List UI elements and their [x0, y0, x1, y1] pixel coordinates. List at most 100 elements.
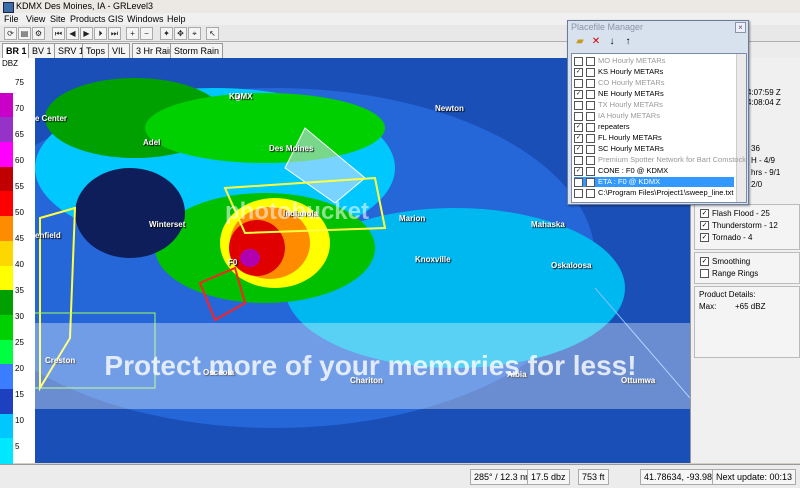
placefile-item[interactable]: TX Hourly METARs: [574, 100, 734, 110]
placefile-item[interactable]: ✓ CONE : F0 @ KDMX: [574, 166, 734, 176]
placefile-list[interactable]: MO Hourly METARs ✓ KS Hourly METARs CO Hour…: [571, 53, 747, 203]
visibility-box[interactable]: [586, 111, 595, 121]
check-icon[interactable]: ✓: [574, 67, 583, 77]
warning-label: Flash Flood - 25: [712, 209, 770, 218]
menu-windows[interactable]: Windows: [127, 13, 164, 25]
thunderstorm-checkbox[interactable]: ✓ Thunderstorm - 12: [700, 221, 778, 231]
save-icon[interactable]: ▤: [18, 27, 31, 40]
color-segment: [0, 191, 13, 217]
placefile-item[interactable]: C:\Program Files\Project1\sweep_line.txt: [574, 188, 734, 198]
pointer-icon[interactable]: ↖: [206, 27, 219, 40]
visibility-box[interactable]: [586, 89, 595, 99]
placefile-item[interactable]: ✓ FL Hourly METARs: [574, 133, 734, 143]
visibility-box[interactable]: [586, 122, 595, 132]
visibility-box[interactable]: [586, 100, 595, 110]
close-icon[interactable]: ×: [735, 22, 746, 33]
open-folder-icon[interactable]: ▰: [574, 36, 586, 48]
unchecked-box[interactable]: [574, 100, 583, 110]
scale-tick: 50: [15, 208, 24, 217]
tab-tops[interactable]: Tops: [82, 43, 110, 58]
color-segment: [0, 438, 13, 464]
visibility-box[interactable]: [586, 177, 595, 187]
unchecked-box[interactable]: [574, 111, 583, 121]
unchecked-box: [700, 269, 709, 279]
range-rings-checkbox[interactable]: Range Rings: [700, 269, 758, 279]
refresh-icon[interactable]: ⟳: [4, 27, 17, 40]
watermark-banner: Protect more of your memories for less!: [35, 323, 690, 409]
scale-tick: 30: [15, 312, 24, 321]
next-frame-icon[interactable]: ⏵: [94, 27, 107, 40]
zoom-in-icon[interactable]: +: [126, 27, 139, 40]
unchecked-box[interactable]: [574, 155, 583, 165]
visibility-box[interactable]: [586, 188, 595, 198]
visibility-box[interactable]: [586, 67, 595, 77]
visibility-box[interactable]: [586, 56, 595, 66]
placefile-item[interactable]: Premium Spotter Network for Bart Comstoc…: [574, 155, 746, 165]
app-icon: [3, 2, 14, 13]
tab-storm-rain[interactable]: Storm Rain: [170, 43, 224, 58]
check-icon[interactable]: ✓: [574, 166, 583, 176]
flash-flood-checkbox[interactable]: ✓ Flash Flood - 25: [700, 209, 770, 219]
placefile-item[interactable]: ✓ repeaters: [574, 122, 734, 132]
menu-products[interactable]: Products: [70, 13, 106, 25]
visibility-box[interactable]: [586, 155, 595, 165]
tornado-checkbox[interactable]: ✓ Tornado - 4: [700, 233, 752, 243]
move-up-icon[interactable]: ↑: [622, 36, 634, 48]
pan-icon[interactable]: ✥: [174, 27, 187, 40]
placefile-item[interactable]: CO Hourly METARs: [574, 78, 734, 88]
color-bar: [0, 68, 13, 464]
placefile-item[interactable]: IA Hourly METARs: [574, 111, 734, 121]
scale-tick: 55: [15, 182, 24, 191]
placefile-item[interactable]: ✓ KS Hourly METARs: [574, 67, 734, 77]
smoothing-checkbox[interactable]: ✓ Smoothing: [700, 257, 750, 267]
unchecked-box[interactable]: [574, 56, 583, 66]
visibility-box[interactable]: [586, 144, 595, 154]
color-segment: [0, 117, 13, 143]
tab-br1[interactable]: BR 1: [2, 43, 31, 58]
check-icon[interactable]: ✓: [574, 122, 583, 132]
last-frame-icon[interactable]: ⏭: [108, 27, 121, 40]
move-down-icon[interactable]: ↓: [606, 36, 618, 48]
menu-gis[interactable]: GIS: [108, 13, 124, 25]
check-icon[interactable]: ✓: [574, 177, 583, 187]
settings-icon[interactable]: ⚙: [32, 27, 45, 40]
placefile-item[interactable]: ✓ NE Hourly METARs: [574, 89, 734, 99]
tab-vil[interactable]: VIL: [108, 43, 130, 58]
check-icon[interactable]: ✓: [574, 89, 583, 99]
unchecked-box[interactable]: [574, 188, 583, 198]
color-segment: [0, 92, 13, 118]
placefile-label: repeaters: [598, 122, 630, 131]
menu-file[interactable]: File: [4, 13, 19, 25]
placefile-item[interactable]: ✓ SC Hourly METARs: [574, 144, 734, 154]
product-time: 4:08:04 Z: [747, 98, 781, 107]
first-frame-icon[interactable]: ⏮: [52, 27, 65, 40]
title-bar: KDMX Des Moines, IA - GRLevel3: [0, 0, 800, 13]
volume-time: 4:07:59 Z: [747, 88, 781, 97]
menu-view[interactable]: View: [26, 13, 45, 25]
unchecked-box[interactable]: [574, 78, 583, 88]
scale-tick: 25: [15, 338, 24, 347]
color-segment: [0, 388, 13, 415]
max-label: Max:: [699, 302, 717, 311]
check-icon[interactable]: ✓: [574, 133, 583, 143]
visibility-box[interactable]: [586, 166, 595, 176]
zoom-out-icon[interactable]: −: [140, 27, 153, 40]
status-bar: 285° / 12.3 nm 17.5 dbz 753 ft 41.78634,…: [0, 464, 800, 488]
scale-tick: 20: [15, 364, 24, 373]
prev-frame-icon[interactable]: ◀: [66, 27, 79, 40]
zoom-radar-icon[interactable]: ✦: [160, 27, 173, 40]
placefile-item[interactable]: ✓ ETA : F0 @ KDMX: [574, 177, 734, 187]
placefile-scrollbar[interactable]: [736, 54, 746, 202]
city-adel: Adel: [143, 138, 161, 147]
menu-help[interactable]: Help: [167, 13, 186, 25]
color-segment: [0, 216, 13, 242]
visibility-box[interactable]: [586, 78, 595, 88]
visibility-box[interactable]: [586, 133, 595, 143]
delete-icon[interactable]: ✕: [590, 36, 602, 48]
measure-icon[interactable]: ⌖: [188, 27, 201, 40]
placefile-item[interactable]: MO Hourly METARs: [574, 56, 734, 66]
check-icon[interactable]: ✓: [574, 144, 583, 154]
menu-site[interactable]: Site: [50, 13, 66, 25]
tab-bv1[interactable]: BV 1: [28, 43, 56, 58]
play-icon[interactable]: ▶: [80, 27, 93, 40]
